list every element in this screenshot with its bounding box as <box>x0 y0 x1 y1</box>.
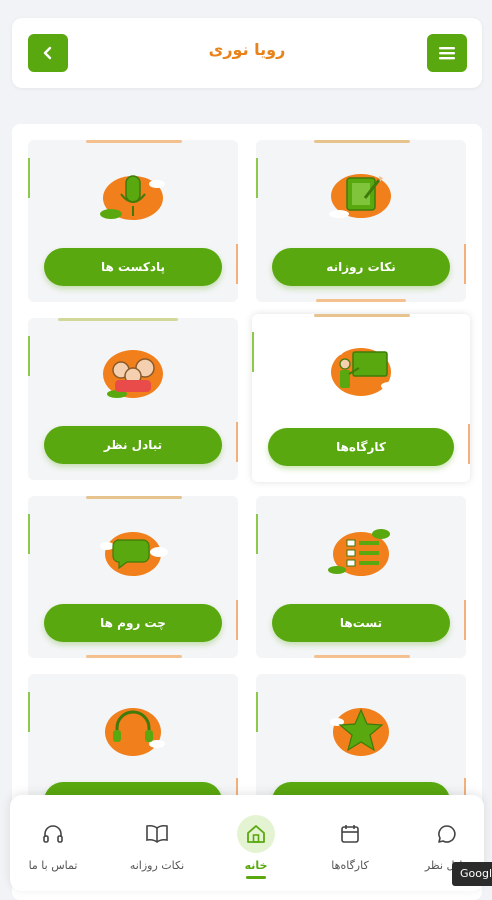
notebook-pencil-icon <box>329 174 391 218</box>
headphones-icon <box>43 825 63 843</box>
microphone-icon <box>100 175 165 220</box>
headset-icon <box>105 708 165 756</box>
tab-contact[interactable]: تماس با ما <box>10 815 96 875</box>
app-header: رویا نوری <box>12 18 482 88</box>
google-tooltip: Google <box>452 862 492 886</box>
bottom-nav: تماس با ما نکات روزانه خانه کارگاه‌ها تب… <box>10 795 484 891</box>
tab-daily-tips-label: نکات روزانه <box>129 859 185 872</box>
presentation-board-icon <box>327 348 397 396</box>
active-tab-indicator <box>246 876 266 879</box>
card-chat-rooms[interactable]: چت روم ها <box>28 496 238 658</box>
tests-button[interactable]: تست‌ها <box>272 604 450 642</box>
star-icon <box>330 708 389 756</box>
card-discussion[interactable]: تبادل نظر <box>28 318 238 480</box>
tab-home-label: خانه <box>244 859 268 872</box>
page-title: رویا نوری <box>208 40 286 59</box>
chat-bubbles-icon <box>100 532 168 576</box>
daily-tips-button[interactable]: نکات روزانه <box>272 248 450 286</box>
card-daily-tips[interactable]: نکات روزانه <box>256 140 466 302</box>
tab-home[interactable]: خانه <box>213 815 299 879</box>
card-workshops[interactable]: کارگاه‌ها <box>252 314 470 482</box>
calendar-icon <box>341 825 359 843</box>
podcasts-button[interactable]: پادکست ها <box>44 248 222 286</box>
card-podcasts[interactable]: پادکست ها <box>28 140 238 302</box>
tab-contact-label: تماس با ما <box>28 859 78 872</box>
chat-rooms-button[interactable]: چت روم ها <box>44 604 222 642</box>
book-open-icon <box>146 824 168 843</box>
people-group-icon <box>103 350 163 398</box>
tab-workshops-label: کارگاه‌ها <box>331 859 369 872</box>
menu-button[interactable] <box>427 34 467 72</box>
checklist-icon <box>328 529 390 576</box>
home-icon <box>247 825 265 843</box>
workshops-button[interactable]: کارگاه‌ها <box>268 428 454 466</box>
tab-workshops[interactable]: کارگاه‌ها <box>307 815 393 875</box>
tab-daily-tips[interactable]: نکات روزانه <box>114 815 200 875</box>
message-circle-icon <box>438 825 456 843</box>
card-tests[interactable]: تست‌ها <box>256 496 466 658</box>
features-grid: پادکست ها نکات روزانه تبادل نظر <box>12 124 482 900</box>
discussion-button[interactable]: تبادل نظر <box>44 426 222 464</box>
hamburger-icon <box>439 47 455 60</box>
